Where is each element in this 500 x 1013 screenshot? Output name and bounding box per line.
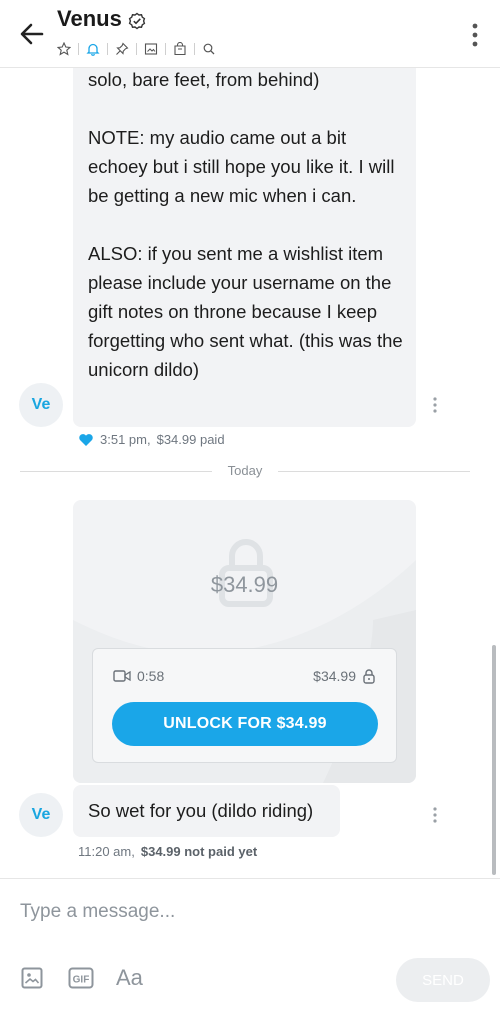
- tag-icon[interactable]: [170, 40, 190, 58]
- duration-text: 0:58: [137, 668, 165, 684]
- locked-media-card[interactable]: $34.99 0:58 $34.99 UNLOCK FOR $34.99: [73, 500, 416, 783]
- send-button[interactable]: SEND: [396, 958, 490, 1002]
- bell-icon[interactable]: [83, 40, 103, 58]
- scrollbar[interactable]: [492, 645, 496, 875]
- message-time: 11:20 am,: [78, 844, 135, 859]
- message-options-icon[interactable]: [433, 397, 437, 413]
- divider: [107, 43, 108, 55]
- gif-icon[interactable]: GIF: [68, 967, 94, 989]
- verified-icon: [128, 12, 146, 30]
- image-icon[interactable]: [141, 40, 161, 58]
- message-input[interactable]: Type a message...: [20, 901, 175, 923]
- more-options-icon[interactable]: [472, 22, 478, 48]
- media-info-panel: 0:58 $34.99 UNLOCK FOR $34.99: [92, 648, 397, 763]
- video-icon: [113, 670, 131, 682]
- image-attach-icon[interactable]: [21, 967, 43, 989]
- divider: [194, 43, 195, 55]
- chat-header: Venus: [0, 0, 500, 68]
- message-meta: 3:51 pm, $34.99 paid: [78, 432, 225, 447]
- video-duration: 0:58: [113, 668, 164, 684]
- heart-icon[interactable]: [78, 433, 94, 447]
- divider: [136, 43, 137, 55]
- back-arrow-icon[interactable]: [18, 20, 46, 48]
- message-meta: 11:20 am, $34.99 not paid yet: [78, 844, 257, 859]
- caption-bubble[interactable]: So wet for you (dildo riding): [73, 785, 340, 837]
- star-icon[interactable]: [54, 40, 74, 58]
- search-icon[interactable]: [199, 40, 219, 58]
- locked-price: $34.99: [210, 572, 279, 597]
- message-bubble[interactable]: solo, bare feet, from behind) NOTE: my a…: [73, 40, 416, 427]
- header-action-icons: [54, 40, 219, 58]
- text-format-button[interactable]: Aa: [116, 965, 143, 991]
- divider: [165, 43, 166, 55]
- divider: [78, 43, 79, 55]
- avatar[interactable]: Ve: [19, 793, 63, 837]
- message-composer: Type a message... GIF Aa SEND: [0, 878, 500, 1013]
- unlock-button[interactable]: UNLOCK FOR $34.99: [112, 702, 378, 746]
- message-text: solo, bare feet, from behind) NOTE: my a…: [88, 69, 403, 380]
- date-divider: Today: [20, 463, 470, 478]
- date-divider-label: Today: [227, 463, 263, 478]
- panel-price-text: $34.99: [313, 668, 356, 684]
- gif-label: GIF: [73, 975, 90, 986]
- panel-price: $34.99: [313, 668, 376, 684]
- contact-name[interactable]: Venus: [57, 6, 122, 32]
- message-time: 3:51 pm,: [100, 432, 151, 447]
- payment-status: $34.99 not paid yet: [140, 844, 258, 859]
- payment-status: $34.99 paid: [156, 432, 225, 447]
- avatar[interactable]: Ve: [19, 383, 63, 427]
- small-lock-icon: [363, 669, 375, 684]
- caption-text: So wet for you (dildo riding): [88, 800, 314, 821]
- message-options-icon[interactable]: [433, 807, 437, 823]
- pin-icon[interactable]: [112, 40, 132, 58]
